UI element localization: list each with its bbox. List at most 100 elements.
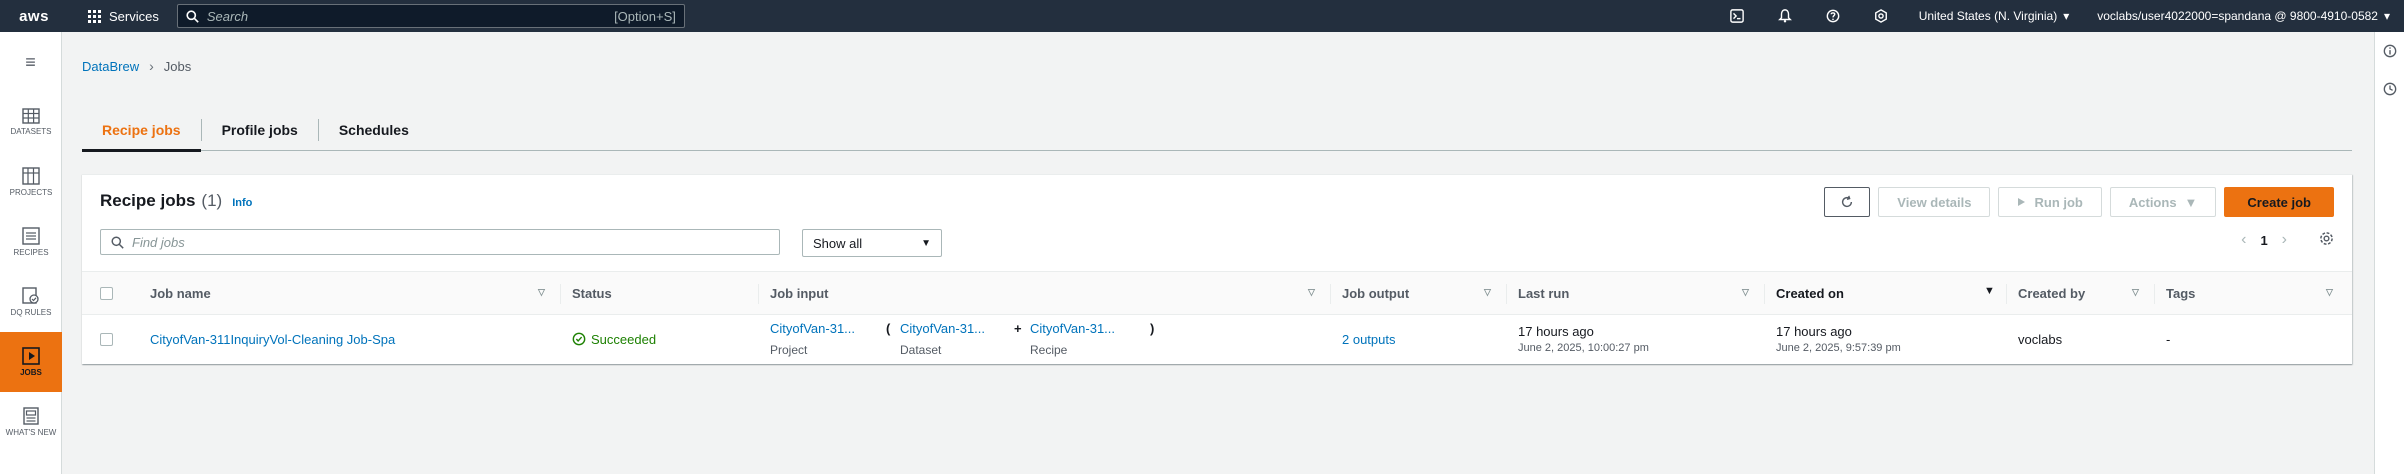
status-text: Succeeded [591, 331, 657, 347]
sort-icon[interactable]: ▽ [1308, 287, 1315, 298]
page-number[interactable]: 1 [2260, 233, 2267, 248]
services-label: Services [109, 8, 159, 24]
dataset-label: Dataset [900, 343, 942, 357]
hamburger-icon: ≡ [25, 51, 36, 72]
tab-schedules[interactable]: Schedules [319, 110, 429, 150]
column-divider [758, 284, 759, 304]
aws-logo-text: aws [19, 7, 49, 25]
find-jobs-placeholder: Find jobs [132, 234, 185, 250]
row-checkbox[interactable] [100, 315, 113, 363]
sort-icon[interactable]: ▽ [1484, 287, 1491, 298]
refresh-icon [1842, 195, 1853, 208]
global-search-input[interactable]: Search [Option+S] [176, 4, 685, 28]
container-title: Recipe jobs [100, 191, 196, 210]
dataset-link[interactable]: CityofVan-31... [900, 321, 985, 336]
nav-item-projects[interactable]: PROJECTS [0, 152, 62, 212]
tab-recipe-jobs[interactable]: Recipe jobs [82, 110, 201, 152]
nav-label-whats-new: WHAT'S NEW [5, 428, 57, 437]
play-icon [2018, 198, 2026, 206]
nav-item-recipes[interactable]: RECIPES [0, 212, 62, 272]
caret-down-icon: ▾ [2383, 9, 2390, 23]
help-button[interactable] [1809, 0, 1857, 32]
jobs-tabs: Recipe jobs Profile jobs Schedules [82, 110, 2352, 152]
col-created-by[interactable]: Created by [2018, 272, 2085, 314]
nav-item-dq-rules[interactable]: DQ RULES [0, 272, 62, 332]
refresh-button[interactable] [1824, 187, 1871, 217]
nav-label-datasets: DATASETS [10, 127, 52, 136]
history-panel-button[interactable] [2375, 70, 2404, 108]
nav-item-whats-new[interactable]: WHAT'S NEW [0, 392, 62, 452]
run-job-label: Run job [2034, 194, 2083, 210]
info-panel-button[interactable] [2375, 32, 2404, 70]
sort-descending-icon[interactable]: ▼ [1984, 285, 1995, 297]
status-badge: Succeeded [572, 315, 656, 363]
cloudshell-button[interactable] [1713, 0, 1761, 32]
top-navigation: aws Services Search [Option+S] United St… [0, 0, 2404, 32]
account-menu[interactable]: voclabs/user4022000=spandana @ 9800-4910… [2083, 9, 2404, 23]
create-job-button[interactable]: Create job [2224, 187, 2334, 217]
col-job-name[interactable]: Job name [150, 272, 211, 314]
info-link[interactable]: Info [232, 197, 252, 209]
project-link[interactable]: CityofVan-31... [770, 321, 855, 336]
recipe-link[interactable]: CityofVan-31... [1030, 321, 1115, 336]
table-icon [22, 108, 40, 124]
hamburger-menu-button[interactable]: ≡ [0, 32, 61, 92]
chevron-right-icon[interactable]: › [2282, 231, 2287, 249]
column-divider [560, 284, 561, 304]
column-divider [1330, 284, 1331, 304]
table-row[interactable]: CityofVan-311InquiryVol-Cleaning Job-Spa… [82, 315, 2352, 363]
notifications-button[interactable] [1761, 0, 1809, 32]
show-all-select[interactable]: Show all ▼ [802, 229, 942, 257]
sort-icon[interactable]: ▽ [538, 287, 545, 298]
chevron-left-icon[interactable]: ‹ [2241, 231, 2246, 249]
run-job-button[interactable]: Run job [1998, 187, 2102, 217]
container-header: Recipe jobs (1) Info [100, 191, 252, 211]
account-label: voclabs/user4022000=spandana @ 9800-4910… [2097, 9, 2378, 23]
tab-profile-jobs[interactable]: Profile jobs [202, 110, 318, 150]
actions-label: Actions [2128, 194, 2177, 210]
find-jobs-input[interactable]: Find jobs [100, 229, 780, 255]
last-run-date: June 2, 2025, 10:00:27 pm [1518, 342, 1649, 354]
view-details-label: View details [1897, 194, 1972, 210]
aws-logo[interactable]: aws [0, 0, 68, 32]
sort-icon[interactable]: ▽ [2132, 287, 2139, 298]
actions-dropdown-button[interactable]: Actions ▼ [2109, 187, 2217, 217]
col-tags[interactable]: Tags [2166, 272, 2195, 314]
plus-sign: + [1014, 321, 1022, 336]
ruleset-icon [22, 287, 39, 304]
nav-item-jobs[interactable]: JOBS [0, 332, 62, 392]
select-all-checkbox[interactable] [100, 272, 113, 314]
sort-icon[interactable]: ▽ [2326, 287, 2333, 298]
recipe-jobs-container: Recipe jobs (1) Info View details Run jo… [82, 174, 2352, 364]
bell-icon [1777, 9, 1792, 23]
sort-icon[interactable]: ▽ [1742, 287, 1749, 298]
col-last-run[interactable]: Last run [1518, 272, 1569, 314]
col-status[interactable]: Status [572, 272, 612, 314]
view-details-button[interactable]: View details [1878, 187, 1991, 217]
services-grid-icon [88, 9, 101, 23]
job-name-link[interactable]: CityofVan-311InquiryVol-Cleaning Job-Spa [150, 315, 395, 363]
col-job-input[interactable]: Job input [770, 272, 829, 314]
gear-icon [2320, 232, 2333, 245]
col-job-output[interactable]: Job output [1342, 272, 1409, 314]
header-actions: View details Run job Actions ▼ Create jo… [1824, 187, 2334, 217]
settings-button[interactable] [1857, 0, 1905, 32]
created-by-value: voclabs [2018, 331, 2063, 347]
services-menu-button[interactable]: Services [78, 0, 169, 32]
table-settings-button[interactable] [2319, 231, 2334, 249]
play-icon [22, 347, 40, 365]
cloudshell-icon [1729, 9, 1744, 23]
created-on-date: June 2, 2025, 9:57:39 pm [1776, 342, 1901, 354]
list-icon [22, 227, 40, 245]
breadcrumb-databrew-link[interactable]: DataBrew [82, 59, 139, 74]
select-value: Show all [813, 235, 863, 251]
search-placeholder: Search [206, 8, 249, 24]
close-paren: ) [1150, 321, 1155, 336]
created-on-cell: 17 hours ago June 2, 2025, 9:57:39 pm [1776, 315, 1901, 363]
col-created-on[interactable]: Created on [1776, 272, 1844, 314]
nav-item-datasets[interactable]: DATASETS [0, 92, 62, 152]
job-output-link[interactable]: 2 outputs [1342, 315, 1396, 363]
breadcrumb: DataBrew › Jobs [82, 58, 191, 74]
region-selector[interactable]: United States (N. Virginia) ▾ [1905, 9, 2084, 23]
job-count: (1) [201, 191, 223, 210]
